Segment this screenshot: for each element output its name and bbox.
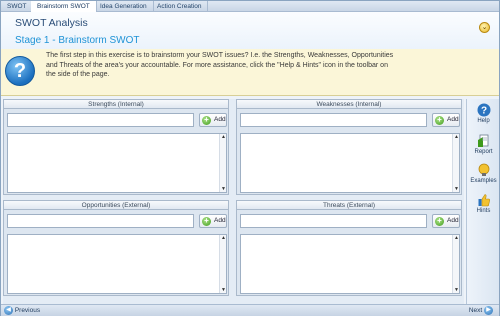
- app-window: SWOT Brainstorm SWOT Idea Generation Act…: [0, 0, 500, 316]
- weaknesses-input[interactable]: [240, 113, 427, 127]
- previous-label: Previous: [14, 307, 41, 315]
- scroll-up-icon[interactable]: ▲: [453, 235, 460, 241]
- instructions-line: The first step in this exercise is to br…: [46, 52, 394, 59]
- previous-button[interactable]: ◀ Previous: [4, 306, 40, 316]
- tab-swot[interactable]: SWOT: [1, 1, 34, 12]
- add-weakness-button[interactable]: + Add: [432, 113, 460, 127]
- arrow-left-icon: ◀: [4, 306, 13, 315]
- next-button[interactable]: Next ▶: [469, 306, 493, 316]
- scrollbar[interactable]: ▲ ▼: [452, 235, 459, 293]
- scroll-down-icon[interactable]: ▼: [453, 186, 460, 192]
- add-opportunity-button[interactable]: + Add: [199, 214, 227, 228]
- toolbar-label: Help: [477, 118, 490, 124]
- opportunities-list[interactable]: ▲ ▼: [7, 234, 227, 294]
- instructions-line: and Threats of the area's your accountab…: [46, 61, 388, 69]
- plus-icon: +: [435, 116, 444, 125]
- toolbar-help[interactable]: ? Help: [467, 103, 500, 124]
- scroll-up-icon[interactable]: ▲: [453, 134, 460, 140]
- strengths-panel: Strengths (Internal) + Add ▲ ▼: [3, 99, 229, 195]
- next-label: Next: [468, 307, 483, 315]
- swot-grid: Strengths (Internal) + Add ▲ ▼ Weaknesse…: [3, 99, 464, 304]
- panel-title: Weaknesses (Internal): [237, 100, 461, 109]
- panel-title: Strengths (Internal): [4, 100, 228, 109]
- arrow-right-icon: ▶: [484, 306, 493, 315]
- instructions-banner: ? The first step in this exercise is to …: [1, 49, 499, 96]
- plus-icon: +: [435, 217, 444, 226]
- weaknesses-list[interactable]: ▲ ▼: [240, 133, 460, 193]
- examples-icon: [478, 163, 489, 176]
- toolbar-label: Hints: [476, 208, 491, 214]
- strengths-input[interactable]: [7, 113, 194, 127]
- toolbar-label: Report: [474, 149, 493, 155]
- add-threat-button[interactable]: + Add: [432, 214, 460, 228]
- panel-title: Opportunities (External): [4, 201, 228, 210]
- scroll-down-icon[interactable]: ▼: [220, 287, 227, 293]
- add-button-label: Add: [447, 217, 459, 224]
- add-button-label: Add: [214, 116, 226, 123]
- toolbar-report[interactable]: Report: [467, 134, 500, 155]
- add-strength-button[interactable]: + Add: [199, 113, 227, 127]
- opportunities-input[interactable]: [7, 214, 194, 228]
- scrollbar[interactable]: ▲ ▼: [219, 134, 226, 192]
- tab-idea-generation[interactable]: Idea Generation: [94, 1, 154, 12]
- page-header: SWOT Analysis Stage 1 - Brainstorm SWOT …: [1, 12, 499, 53]
- scroll-up-icon[interactable]: ▲: [220, 134, 227, 140]
- stage-title: Stage 1 - Brainstorm SWOT: [15, 35, 140, 46]
- scroll-up-icon[interactable]: ▲: [220, 235, 227, 241]
- scroll-down-icon[interactable]: ▼: [453, 287, 460, 293]
- threats-list[interactable]: ▲ ▼: [240, 234, 460, 294]
- instructions-line: the side of the page.: [46, 71, 110, 79]
- toolbar-examples[interactable]: Examples: [467, 163, 500, 184]
- tab-bar: SWOT Brainstorm SWOT Idea Generation Act…: [1, 1, 499, 13]
- toolbar-label: Examples: [470, 178, 497, 184]
- scrollbar[interactable]: ▲ ▼: [219, 235, 226, 293]
- question-icon: ?: [5, 56, 35, 86]
- report-icon: [477, 134, 488, 147]
- panel-title: Threats (External): [237, 201, 461, 210]
- threats-input[interactable]: [240, 214, 427, 228]
- add-button-label: Add: [447, 116, 459, 123]
- page-title: SWOT Analysis: [15, 17, 88, 29]
- add-button-label: Add: [214, 217, 226, 224]
- svg-text:?: ?: [480, 106, 486, 117]
- strengths-list[interactable]: ▲ ▼: [7, 133, 227, 193]
- chevron-down-icon: ⌄: [481, 24, 488, 31]
- opportunities-panel: Opportunities (External) + Add ▲ ▼: [3, 200, 229, 296]
- plus-icon: +: [202, 116, 211, 125]
- hints-icon: [478, 194, 490, 207]
- scrollbar[interactable]: ▲ ▼: [452, 134, 459, 192]
- side-toolbar: ? Help Report Examples Hints: [466, 99, 499, 304]
- weaknesses-panel: Weaknesses (Internal) + Add ▲ ▼: [236, 99, 462, 195]
- footer-nav: ◀ Previous Next ▶: [1, 304, 499, 316]
- plus-icon: +: [202, 217, 211, 226]
- instructions-text: The first step in this exercise is to br…: [46, 51, 456, 80]
- scroll-down-icon[interactable]: ▼: [220, 186, 227, 192]
- toolbar-hints[interactable]: Hints: [467, 193, 500, 214]
- help-icon: ?: [477, 103, 490, 117]
- collapse-button[interactable]: ⌄: [479, 22, 490, 33]
- threats-panel: Threats (External) + Add ▲ ▼: [236, 200, 462, 296]
- tab-action-creation[interactable]: Action Creation: [151, 1, 209, 12]
